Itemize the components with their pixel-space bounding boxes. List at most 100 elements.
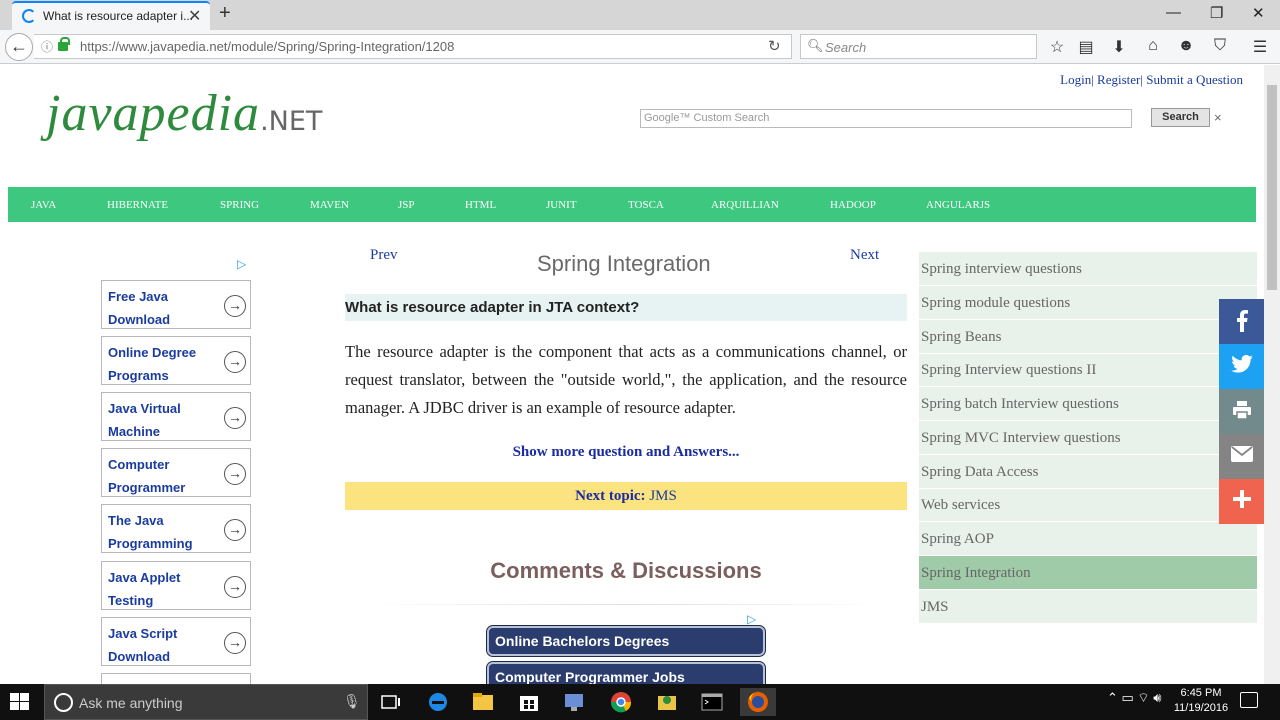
custom-search-input[interactable]: Google™ Custom Search xyxy=(640,109,1132,128)
ad-link-partial[interactable] xyxy=(101,673,251,684)
lock-icon[interactable] xyxy=(58,37,70,51)
action-center-icon[interactable] xyxy=(1240,692,1258,708)
page-scrollbar[interactable] xyxy=(1264,65,1280,684)
next-topic-link[interactable]: JMS xyxy=(649,488,677,504)
ad-label: Online Degree Programs xyxy=(108,345,197,383)
adchoices-icon[interactable]: ▷ xyxy=(237,257,246,271)
sidebar-item[interactable]: Spring Interview questions II xyxy=(919,353,1257,387)
new-tab-button[interactable]: + xyxy=(219,2,231,25)
minimize-button[interactable]: — xyxy=(1166,4,1181,21)
facebook-share-button[interactable] xyxy=(1219,299,1264,344)
clear-search-icon[interactable]: × xyxy=(1214,110,1222,125)
show-more-link[interactable]: Show more question and Answers... xyxy=(345,444,907,461)
sidebar-item[interactable]: Web services xyxy=(919,488,1257,522)
sidebar-item[interactable]: Spring Beans xyxy=(919,320,1257,354)
custom-search-button[interactable]: Search xyxy=(1151,108,1210,127)
ad-label: Free Java Download xyxy=(108,289,171,327)
ad-link[interactable]: Java Script Download → xyxy=(101,617,251,666)
certificate-app-icon[interactable] xyxy=(649,688,685,716)
menu-item-angularjs[interactable]: ANGULARJS xyxy=(926,199,990,211)
cortana-search-box[interactable]: Ask me anything 🎙︎ xyxy=(44,684,368,720)
ad-link[interactable]: Free Java Download → xyxy=(101,280,251,329)
ad-link[interactable]: The Java Programming → xyxy=(101,504,251,553)
cortana-icon xyxy=(54,693,73,712)
sidebar-item[interactable]: Spring module questions xyxy=(919,286,1257,320)
hamburger-menu-icon[interactable]: ☰ xyxy=(1250,37,1270,57)
edge-browser-icon[interactable] xyxy=(420,688,456,716)
sidebar-item[interactable]: Spring batch Interview questions xyxy=(919,387,1257,421)
downloads-icon[interactable]: ⬇ xyxy=(1109,37,1129,57)
bookmark-star-icon[interactable]: ☆ xyxy=(1047,37,1067,57)
task-view-icon[interactable] xyxy=(372,688,408,716)
firefox-icon[interactable] xyxy=(740,688,776,716)
menu-item-java[interactable]: JAVA xyxy=(31,199,56,211)
ad-link[interactable]: Computer Programmer → xyxy=(101,448,251,497)
browser-search-input[interactable]: 🔍︎ Search xyxy=(800,34,1037,59)
close-tab-icon[interactable]: ✕ xyxy=(188,6,201,26)
sidebar-item[interactable]: Spring interview questions xyxy=(919,252,1257,286)
ad-label: Java Applet Testing xyxy=(108,570,181,608)
menu-item-junit[interactable]: JUNIT xyxy=(546,199,577,211)
url-text[interactable]: https://www.javapedia.net/module/Spring/… xyxy=(80,39,454,54)
menu-item-html[interactable]: HTML xyxy=(465,199,496,211)
system-clock[interactable]: 6:45 PM 11/19/2016 xyxy=(1168,686,1234,716)
info-icon[interactable]: ⓘ xyxy=(41,38,53,55)
menu-item-tosca[interactable]: TOSCA xyxy=(628,199,664,211)
site-logo[interactable]: javapedia.NET xyxy=(46,84,322,143)
store-icon[interactable] xyxy=(511,688,547,716)
sidebar-item-active[interactable]: Spring Integration xyxy=(919,556,1257,590)
next-topic-label: Next topic: xyxy=(575,488,646,504)
command-prompt-icon[interactable] xyxy=(694,688,730,716)
main-menu: JAVA HIBERNATE SPRING MAVEN JSP HTML JUN… xyxy=(8,187,1256,222)
print-share-button[interactable] xyxy=(1219,389,1264,434)
account-links[interactable]: Login| Register| Submit a Question xyxy=(1060,72,1243,88)
chrome-icon[interactable] xyxy=(603,688,639,716)
ad-link[interactable]: Java Virtual Machine → xyxy=(101,392,251,441)
scrollbar-thumb[interactable] xyxy=(1267,85,1277,290)
ad-pill-button[interactable]: Online Bachelors Degrees xyxy=(487,626,765,656)
question-heading: What is resource adapter in JTA context? xyxy=(345,294,907,321)
menu-item-spring[interactable]: SPRING xyxy=(220,199,259,211)
adchoices-icon[interactable]: ▷ xyxy=(747,612,756,626)
pocket-icon[interactable]: ⛉ xyxy=(1210,37,1230,55)
menu-item-maven[interactable]: MAVEN xyxy=(310,199,349,211)
ad-link[interactable]: Online Degree Programs → xyxy=(101,336,251,385)
network-app-icon[interactable] xyxy=(556,688,592,716)
answer-text: The resource adapter is the component th… xyxy=(345,342,907,417)
sidebar-item[interactable]: Spring Data Access xyxy=(919,455,1257,489)
back-button[interactable]: ← xyxy=(5,33,33,61)
microphone-icon[interactable]: 🎙︎ xyxy=(343,693,361,710)
sidebar-item[interactable]: Spring AOP xyxy=(919,522,1257,556)
clock-date: 11/19/2016 xyxy=(1173,702,1229,714)
menu-item-arquillian[interactable]: ARQUILLIAN xyxy=(711,199,779,211)
email-share-button[interactable] xyxy=(1219,434,1264,479)
sidebar-item[interactable]: JMS xyxy=(919,590,1257,624)
browser-tab[interactable]: What is resource adapter i... ✕ xyxy=(12,1,210,30)
window-close-button[interactable]: ✕ xyxy=(1252,4,1265,22)
sidebar-item[interactable]: Spring MVC Interview questions xyxy=(919,421,1257,455)
menu-item-hibernate[interactable]: HIBERNATE xyxy=(107,199,168,211)
menu-item-hadoop[interactable]: HADOOP xyxy=(830,199,876,211)
ad-pill-button[interactable]: Computer Programmer Jobs xyxy=(487,662,765,685)
ad-label: Computer Programmer xyxy=(108,457,186,495)
reading-list-icon[interactable]: ▤ xyxy=(1076,37,1096,57)
file-explorer-icon[interactable] xyxy=(465,688,501,716)
home-icon[interactable]: ⌂ xyxy=(1143,37,1163,55)
ad-link[interactable]: Java Applet Testing → xyxy=(101,561,251,610)
logo-suffix-text: .NET xyxy=(260,106,323,137)
topic-sidebar: Spring interview questions Spring module… xyxy=(919,252,1257,624)
more-share-button[interactable] xyxy=(1219,479,1264,524)
prev-link[interactable]: Prev xyxy=(370,247,398,264)
twitter-share-button[interactable] xyxy=(1219,344,1264,389)
chat-icon[interactable]: ☻ xyxy=(1176,37,1196,55)
next-link[interactable]: Next xyxy=(850,247,879,264)
twitter-icon xyxy=(1230,354,1253,373)
arrow-right-icon: → xyxy=(224,519,246,541)
tab-title: What is resource adapter i... xyxy=(43,9,194,23)
windows-start-icon[interactable] xyxy=(10,693,30,711)
system-tray-icons[interactable]: ⌃ ▭ ⌔ 🔊︎ xyxy=(1107,690,1161,706)
maximize-button[interactable]: ❐ xyxy=(1210,4,1223,22)
address-bar[interactable]: ⓘ https://www.javapedia.net/module/Sprin… xyxy=(34,34,792,59)
reload-icon[interactable]: ↻ xyxy=(768,37,781,55)
menu-item-jsp[interactable]: JSP xyxy=(398,199,415,211)
